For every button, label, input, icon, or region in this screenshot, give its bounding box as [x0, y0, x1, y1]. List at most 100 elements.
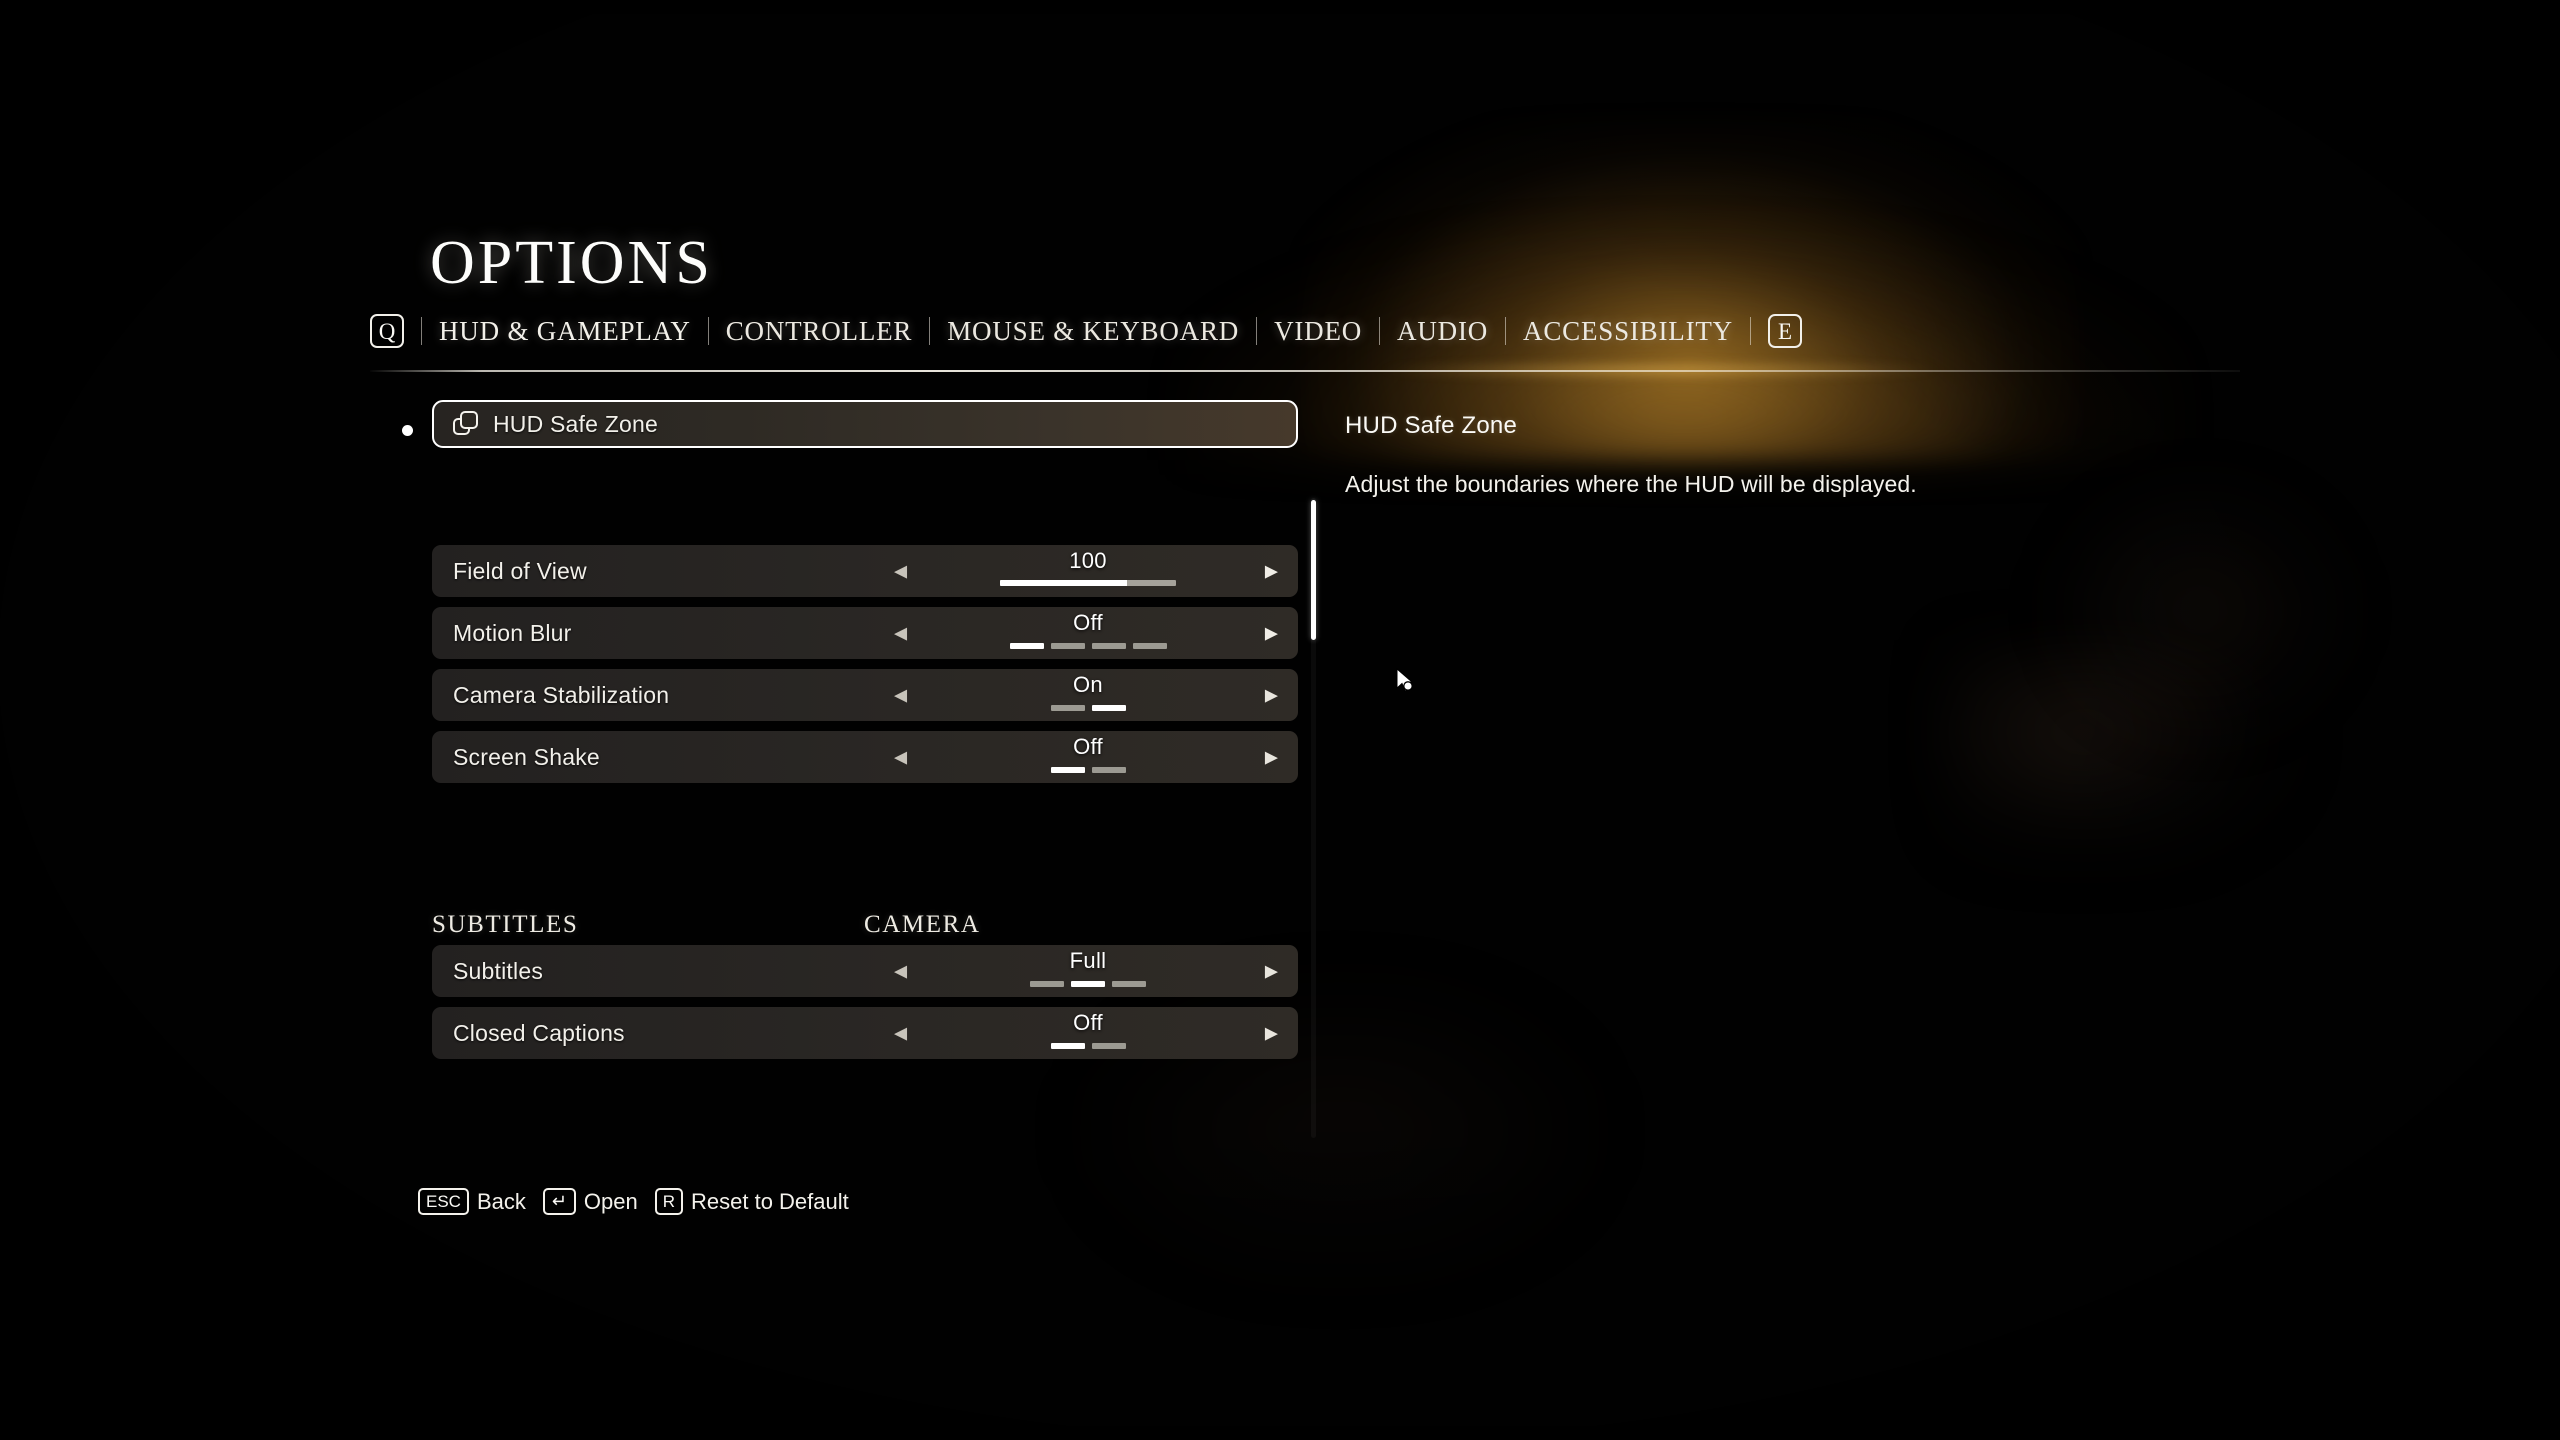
- decrement-arrow-icon[interactable]: ◀: [894, 563, 907, 580]
- increment-arrow-icon[interactable]: ▶: [1265, 963, 1278, 980]
- letterbox-top: [0, 0, 2560, 14]
- layers-icon: [453, 411, 479, 437]
- decrement-arrow-icon[interactable]: ◀: [894, 749, 907, 766]
- setting-label: Camera Stabilization: [453, 681, 670, 708]
- hint-reset-to-default[interactable]: R Reset to Default: [654, 1188, 849, 1215]
- section-heading-subtitles: SUBTITLES: [432, 911, 579, 938]
- next-tab-key-badge[interactable]: E: [1767, 314, 1802, 348]
- setting-value: Full: [1069, 948, 1107, 973]
- value-display: Off: [973, 610, 1203, 649]
- hint-open[interactable]: ↵ Open: [542, 1188, 638, 1215]
- setting-value: Off: [1073, 734, 1103, 759]
- value-display: Off: [973, 734, 1203, 773]
- setting-label: Closed Captions: [453, 1019, 625, 1046]
- segment[interactable]: [1091, 1043, 1126, 1049]
- setting-row-camera-stabilization[interactable]: Camera Stabilization ◀ On ▶: [432, 669, 1298, 721]
- segment[interactable]: [1050, 643, 1085, 649]
- value-segments[interactable]: [973, 767, 1203, 773]
- tab-divider: [929, 317, 931, 345]
- segment[interactable]: [1132, 643, 1167, 649]
- setting-value: Off: [1073, 610, 1103, 635]
- value-segments[interactable]: [973, 1043, 1203, 1049]
- segment[interactable]: [1050, 767, 1085, 773]
- decrement-arrow-icon[interactable]: ◀: [894, 963, 907, 980]
- decrement-arrow-icon[interactable]: ◀: [894, 1025, 907, 1042]
- value-display: On: [973, 672, 1203, 711]
- setting-row-closed-captions[interactable]: Closed Captions ◀ Off ▶: [432, 1007, 1298, 1059]
- tab-hud-and-gameplay[interactable]: HUD & GAMEPLAY: [439, 316, 691, 347]
- esc-key-badge: ESC: [418, 1188, 469, 1215]
- value-segments[interactable]: [973, 981, 1203, 987]
- hint-back[interactable]: ESC Back: [418, 1188, 526, 1215]
- letterbox-bottom: [0, 1426, 2560, 1440]
- page-title: OPTIONS: [430, 229, 713, 297]
- value-display: Off: [973, 1010, 1203, 1049]
- setting-control: ◀ On ▶: [878, 669, 1298, 721]
- increment-arrow-icon[interactable]: ▶: [1265, 749, 1278, 766]
- enter-key-glyph: ↵: [551, 1190, 567, 1211]
- setting-control: ◀ Off ▶: [878, 1007, 1298, 1059]
- r-key-badge: R: [654, 1188, 683, 1215]
- setting-row-subtitles[interactable]: Subtitles ◀ Full ▶: [432, 945, 1298, 997]
- setting-row-screen-shake[interactable]: Screen Shake ◀ Off ▶: [432, 731, 1298, 783]
- setting-label: Field of View: [453, 557, 587, 584]
- segment[interactable]: [1050, 705, 1085, 711]
- setting-label: Subtitles: [453, 957, 544, 984]
- value-display: 100: [973, 548, 1203, 586]
- increment-arrow-icon[interactable]: ▶: [1265, 687, 1278, 704]
- setting-control: ◀ Off ▶: [878, 607, 1298, 659]
- tab-accessibility[interactable]: ACCESSIBILITY: [1523, 316, 1733, 347]
- setting-label: Screen Shake: [453, 743, 600, 770]
- tab-mouse-and-keyboard[interactable]: MOUSE & KEYBOARD: [947, 316, 1239, 347]
- segment[interactable]: [1050, 1043, 1085, 1049]
- options-screen: OPTIONS Q HUD & GAMEPLAY CONTROLLER MOUS…: [0, 0, 2560, 1440]
- mouse-cursor-icon: [1395, 667, 1417, 696]
- tab-divider: [1505, 317, 1507, 345]
- slider-fill: [1000, 580, 1127, 586]
- setting-label: HUD Safe Zone: [493, 410, 658, 437]
- value-segments[interactable]: [973, 643, 1203, 649]
- prev-tab-key-badge[interactable]: Q: [370, 314, 404, 348]
- tab-video[interactable]: VIDEO: [1274, 316, 1362, 347]
- increment-arrow-icon[interactable]: ▶: [1265, 1025, 1278, 1042]
- camera-section-rows: Field of View ◀ 100 ▶ Motion Blur ◀ Off …: [432, 545, 1298, 793]
- setting-control: ◀ 100 ▶: [878, 545, 1298, 597]
- tab-divider: [421, 317, 422, 345]
- setting-label: Motion Blur: [453, 619, 572, 646]
- setting-value: 100: [1069, 548, 1107, 573]
- scrollbar-thumb[interactable]: [1311, 500, 1316, 640]
- setting-value: On: [1073, 672, 1103, 697]
- segment[interactable]: [1009, 643, 1044, 649]
- enter-key-badge: ↵: [542, 1188, 576, 1215]
- hint-label: Reset to Default: [691, 1188, 849, 1214]
- value-segments[interactable]: [973, 705, 1203, 711]
- decrement-arrow-icon[interactable]: ◀: [894, 625, 907, 642]
- description-panel: HUD Safe Zone Adjust the boundaries wher…: [1345, 412, 2105, 499]
- decrement-arrow-icon[interactable]: ◀: [894, 687, 907, 704]
- segment[interactable]: [1091, 767, 1126, 773]
- tab-audio[interactable]: AUDIO: [1397, 316, 1488, 347]
- value-display: Full: [973, 948, 1203, 987]
- setting-control: ◀ Off ▶: [878, 731, 1298, 783]
- setting-row-hud-safe-zone[interactable]: HUD Safe Zone: [432, 400, 1298, 448]
- segment[interactable]: [1091, 705, 1126, 711]
- segment[interactable]: [1071, 981, 1105, 987]
- section-heading-camera: CAMERA: [864, 911, 981, 938]
- hint-label: Open: [583, 1188, 638, 1214]
- increment-arrow-icon[interactable]: ▶: [1265, 625, 1278, 642]
- header-divider: [370, 370, 2240, 372]
- footer-key-hints: ESC Back ↵ Open R Reset to Default: [418, 1188, 849, 1215]
- hint-label: Back: [476, 1188, 526, 1214]
- segment[interactable]: [1112, 981, 1146, 987]
- value-slider[interactable]: [1000, 580, 1176, 586]
- selection-bullet-icon: [402, 425, 413, 436]
- increment-arrow-icon[interactable]: ▶: [1265, 563, 1278, 580]
- tab-controller[interactable]: CONTROLLER: [726, 316, 913, 347]
- segment[interactable]: [1091, 643, 1126, 649]
- segment[interactable]: [1030, 981, 1064, 987]
- setting-row-field-of-view[interactable]: Field of View ◀ 100 ▶: [432, 545, 1298, 597]
- description-title: HUD Safe Zone: [1345, 412, 1518, 439]
- setting-row-motion-blur[interactable]: Motion Blur ◀ Off ▶: [432, 607, 1298, 659]
- tab-divider: [1256, 317, 1258, 345]
- setting-control: ◀ Full ▶: [878, 945, 1298, 997]
